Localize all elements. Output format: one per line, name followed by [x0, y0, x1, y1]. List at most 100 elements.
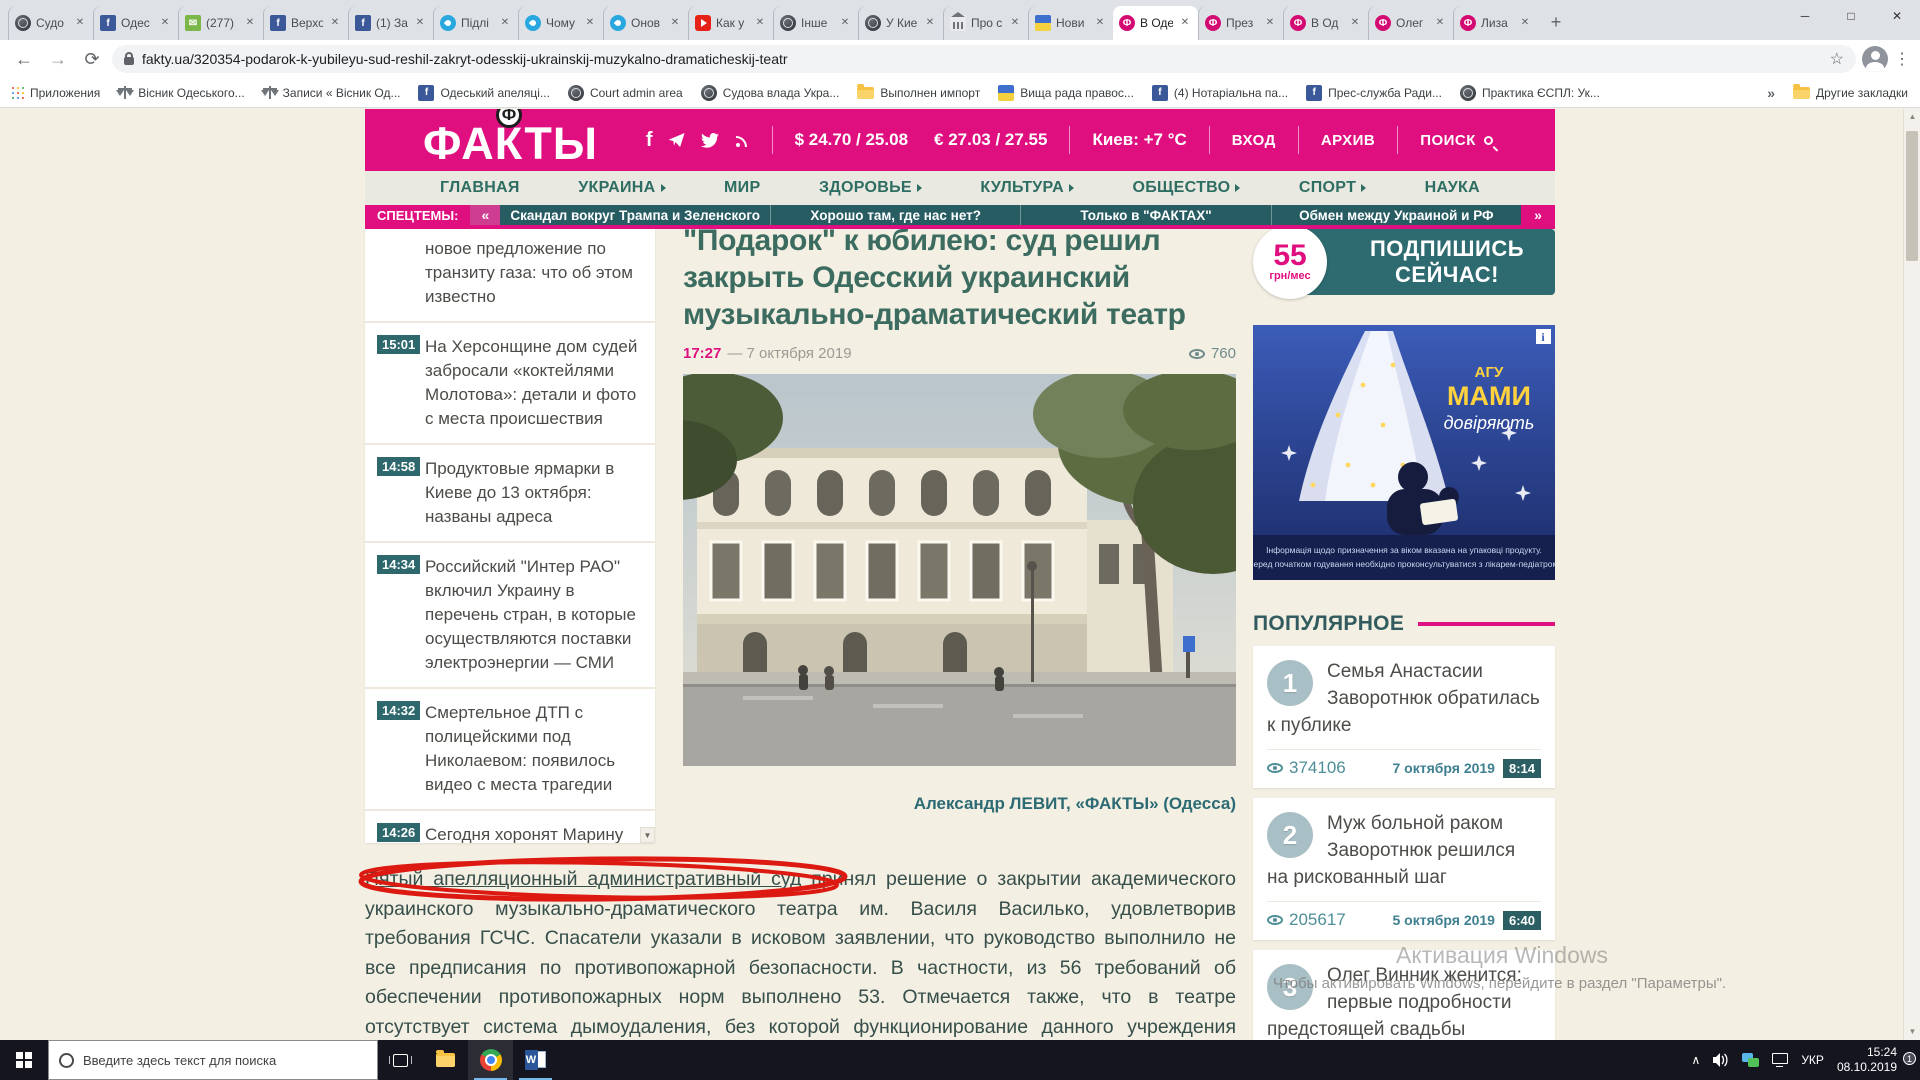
bookmark-item[interactable]: (4) Нотаріальна па... [1152, 85, 1288, 101]
volume-icon[interactable] [1713, 1053, 1729, 1067]
bookmarks-overflow-chevron[interactable]: » [1767, 85, 1775, 101]
facebook-icon[interactable]: f [646, 129, 653, 152]
news-item[interactable]: 14:26 Сегодня хоронят Марину Куклину: по… [365, 811, 655, 843]
login-link[interactable]: ВХОД [1232, 132, 1276, 149]
tab-close-icon[interactable]: ✕ [1348, 16, 1362, 30]
window-minimize-button[interactable]: ─ [1782, 0, 1828, 32]
network-icon[interactable] [1772, 1053, 1788, 1064]
bookmark-item[interactable]: Одеський апеляці... [418, 85, 549, 101]
tray-chevron-icon[interactable]: ∧ [1692, 1053, 1701, 1067]
browser-tab[interactable]: Підлі✕ [433, 6, 518, 40]
word-taskbar-button[interactable]: W [513, 1040, 558, 1080]
news-item[interactable]: 14:58 Продуктовые ярмарки в Киеве до 13 … [365, 445, 655, 543]
forward-button[interactable]: → [44, 45, 72, 73]
topic-link[interactable]: Только в "ФАКТАХ" [1020, 205, 1270, 225]
browser-tab[interactable]: Как у✕ [688, 6, 773, 40]
language-indicator[interactable]: УКР [1801, 1053, 1824, 1067]
nav-obschestvo[interactable]: ОБЩЕСТВО [1133, 179, 1241, 197]
tab-close-icon[interactable]: ✕ [923, 16, 937, 30]
bookmark-item[interactable]: Судова влада Укра... [701, 85, 840, 101]
news-item[interactable]: 14:32 Смертельное ДТП с полицейскими под… [365, 689, 655, 811]
window-close-button[interactable]: ✕ [1874, 0, 1920, 32]
nav-ukraina[interactable]: УКРАИНА [578, 179, 665, 197]
topic-link[interactable]: Скандал вокруг Трампа и Зеленского [500, 205, 770, 225]
nav-mir[interactable]: МИР [724, 179, 760, 197]
browser-scrollbar[interactable]: ▲ ▼ [1903, 109, 1920, 1040]
nav-glavnaya[interactable]: ГЛАВНАЯ [440, 179, 520, 197]
tab-close-icon[interactable]: ✕ [413, 16, 427, 30]
browser-tab-active[interactable]: В Оде✕ [1113, 6, 1198, 40]
browser-tab[interactable]: Одес✕ [93, 6, 178, 40]
tab-close-icon[interactable]: ✕ [1178, 16, 1192, 30]
bookmark-item[interactable]: Вісник Одеського... [118, 86, 244, 100]
clock-widget[interactable]: 15:24 08.10.2019 [1837, 1045, 1897, 1075]
tab-close-icon[interactable]: ✕ [668, 16, 682, 30]
task-view-button[interactable] [378, 1040, 423, 1080]
browser-tab[interactable]: Нови✕ [1028, 6, 1113, 40]
browser-tab[interactable]: Судо✕ [8, 6, 93, 40]
popular-item[interactable]: 1 Семья Анастасии Заворотнюк обратилась … [1253, 646, 1555, 788]
tab-close-icon[interactable]: ✕ [1008, 16, 1022, 30]
browser-tab[interactable]: Лиза✕ [1453, 6, 1538, 40]
apps-shortcut[interactable]: Приложения [12, 86, 100, 100]
tab-close-icon[interactable]: ✕ [73, 16, 87, 30]
news-item[interactable]: новое предложение по транзиту газа: что … [365, 229, 655, 323]
twitter-icon[interactable] [701, 133, 719, 148]
chrome-taskbar-button[interactable] [468, 1040, 513, 1080]
popular-item[interactable]: 2 Муж больной раком Заворотнюк решился н… [1253, 798, 1555, 940]
telegram-icon[interactable] [669, 133, 685, 147]
reload-button[interactable]: ⟳ [78, 45, 106, 73]
tab-close-icon[interactable]: ✕ [498, 16, 512, 30]
nav-sport[interactable]: СПОРТ [1299, 179, 1366, 197]
nav-zdorovye[interactable]: ЗДОРОВЬЕ [819, 179, 922, 197]
subscribe-widget[interactable]: 55 грн/мес ПОДПИШИСЬ СЕЙЧАС! [1253, 229, 1555, 295]
browser-tab[interactable]: През✕ [1198, 6, 1283, 40]
tab-close-icon[interactable]: ✕ [158, 16, 172, 30]
url-text[interactable]: fakty.ua/320354-podarok-k-yubileyu-sud-r… [142, 51, 1822, 67]
scroll-up-icon[interactable]: ▲ [1904, 109, 1920, 125]
window-maximize-button[interactable]: □ [1828, 0, 1874, 32]
topic-link[interactable]: Хорошо там, где нас нет? [770, 205, 1020, 225]
archive-link[interactable]: АРХИВ [1321, 132, 1375, 149]
messages-icon[interactable] [1742, 1053, 1759, 1067]
tab-close-icon[interactable]: ✕ [1433, 16, 1447, 30]
tab-close-icon[interactable]: ✕ [583, 16, 597, 30]
bookmark-item[interactable]: Практика ЄСПЛ: Ук... [1460, 85, 1600, 101]
nav-nauka[interactable]: НАУКА [1425, 179, 1480, 197]
other-bookmarks[interactable]: Другие закладки [1793, 86, 1908, 100]
new-tab-button[interactable]: + [1542, 9, 1570, 37]
browser-menu-icon[interactable]: ⋮ [1894, 49, 1910, 69]
bookmark-item[interactable]: Выполнен импорт [857, 86, 980, 100]
bookmark-item[interactable]: Прес-служба Ради... [1306, 85, 1442, 101]
scroll-down-icon[interactable]: ▼ [1904, 1024, 1920, 1040]
tab-close-icon[interactable]: ✕ [1518, 16, 1532, 30]
browser-tab[interactable]: Онов✕ [603, 6, 688, 40]
bookmark-star-icon[interactable]: ☆ [1830, 49, 1844, 69]
site-logo[interactable]: ФАКТЫ Ф [423, 115, 598, 166]
rss-icon[interactable] [735, 133, 750, 148]
browser-tab[interactable]: (277)✕ [178, 6, 263, 40]
scrollbar-thumb[interactable] [1906, 131, 1918, 261]
taskbar-search-input[interactable]: Введите здесь текст для поиска [48, 1040, 378, 1080]
popular-item[interactable]: 3 Олег Винник женится: первые подробност… [1253, 950, 1555, 1040]
tab-close-icon[interactable]: ✕ [328, 16, 342, 30]
browser-tab[interactable]: В Од✕ [1283, 6, 1368, 40]
nav-kultura[interactable]: КУЛЬТУРА [980, 179, 1074, 197]
tab-close-icon[interactable]: ✕ [1093, 16, 1107, 30]
topic-link[interactable]: Обмен между Украиной и РФ [1271, 205, 1521, 225]
bookmark-item[interactable]: Записи « Вісник Од... [263, 86, 401, 100]
topics-prev-button[interactable]: « [470, 205, 500, 225]
tab-close-icon[interactable]: ✕ [1263, 16, 1277, 30]
search-link[interactable]: ПОИСК [1420, 132, 1493, 149]
browser-tab[interactable]: Верхо✕ [263, 6, 348, 40]
news-scroll-down-button[interactable]: ▼ [640, 827, 655, 843]
back-button[interactable]: ← [10, 45, 38, 73]
tab-close-icon[interactable]: ✕ [838, 16, 852, 30]
browser-tab[interactable]: Олег✕ [1368, 6, 1453, 40]
news-item[interactable]: 15:01 На Херсонщине дом судей забросали … [365, 323, 655, 445]
browser-tab[interactable]: (1) За✕ [348, 6, 433, 40]
address-bar[interactable]: fakty.ua/320354-podarok-k-yubileyu-sud-r… [112, 45, 1856, 73]
news-item[interactable]: 14:34 Российский "Интер РАО" включил Укр… [365, 543, 655, 689]
bookmark-item[interactable]: Вища рада правос... [998, 85, 1134, 101]
tab-close-icon[interactable]: ✕ [753, 16, 767, 30]
